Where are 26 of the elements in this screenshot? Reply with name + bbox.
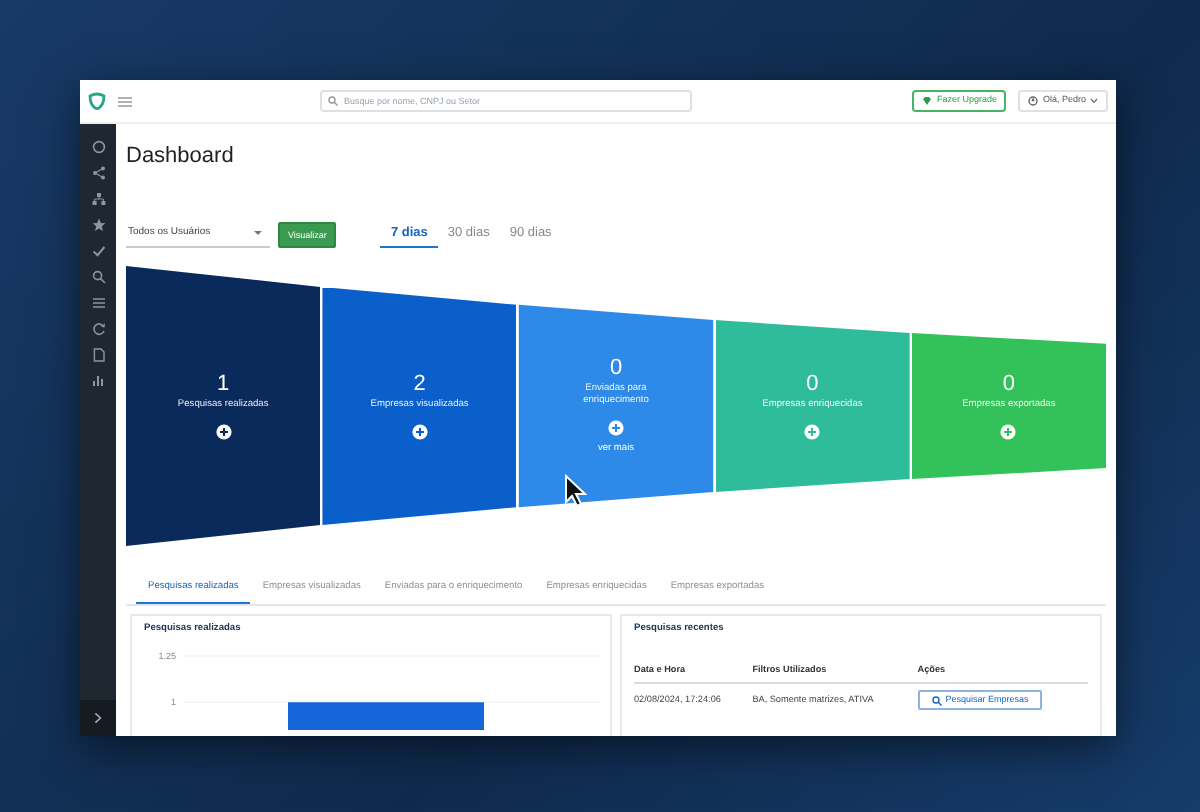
plus-icon[interactable] xyxy=(215,424,232,440)
diamond-icon xyxy=(922,96,933,106)
user-icon xyxy=(1028,96,1039,106)
document-icon[interactable] xyxy=(91,348,105,362)
refresh-icon[interactable] xyxy=(91,322,105,336)
chevron-right-icon[interactable] xyxy=(94,712,102,724)
search-icon[interactable] xyxy=(91,270,105,284)
circle-icon[interactable] xyxy=(91,140,105,154)
card-value: 0 xyxy=(806,372,819,396)
list-icon[interactable] xyxy=(91,296,105,310)
chart-icon[interactable] xyxy=(91,374,105,388)
card-value: 1 xyxy=(217,372,230,396)
page-title: Dashboard xyxy=(126,142,236,172)
plus-icon[interactable] xyxy=(411,424,428,440)
card-value: 0 xyxy=(1002,371,1015,396)
logo-icon xyxy=(88,92,106,110)
cursor-icon xyxy=(564,474,588,508)
share-icon[interactable] xyxy=(91,166,105,180)
card-value: 2 xyxy=(413,372,426,396)
caret-icon xyxy=(1090,98,1098,104)
check-icon[interactable] xyxy=(91,244,105,258)
card-value: 0 xyxy=(609,355,623,380)
star-icon[interactable] xyxy=(91,218,105,232)
search-icon xyxy=(931,695,942,706)
caret-icon xyxy=(254,230,262,236)
hierarchy-icon[interactable] xyxy=(91,192,105,206)
